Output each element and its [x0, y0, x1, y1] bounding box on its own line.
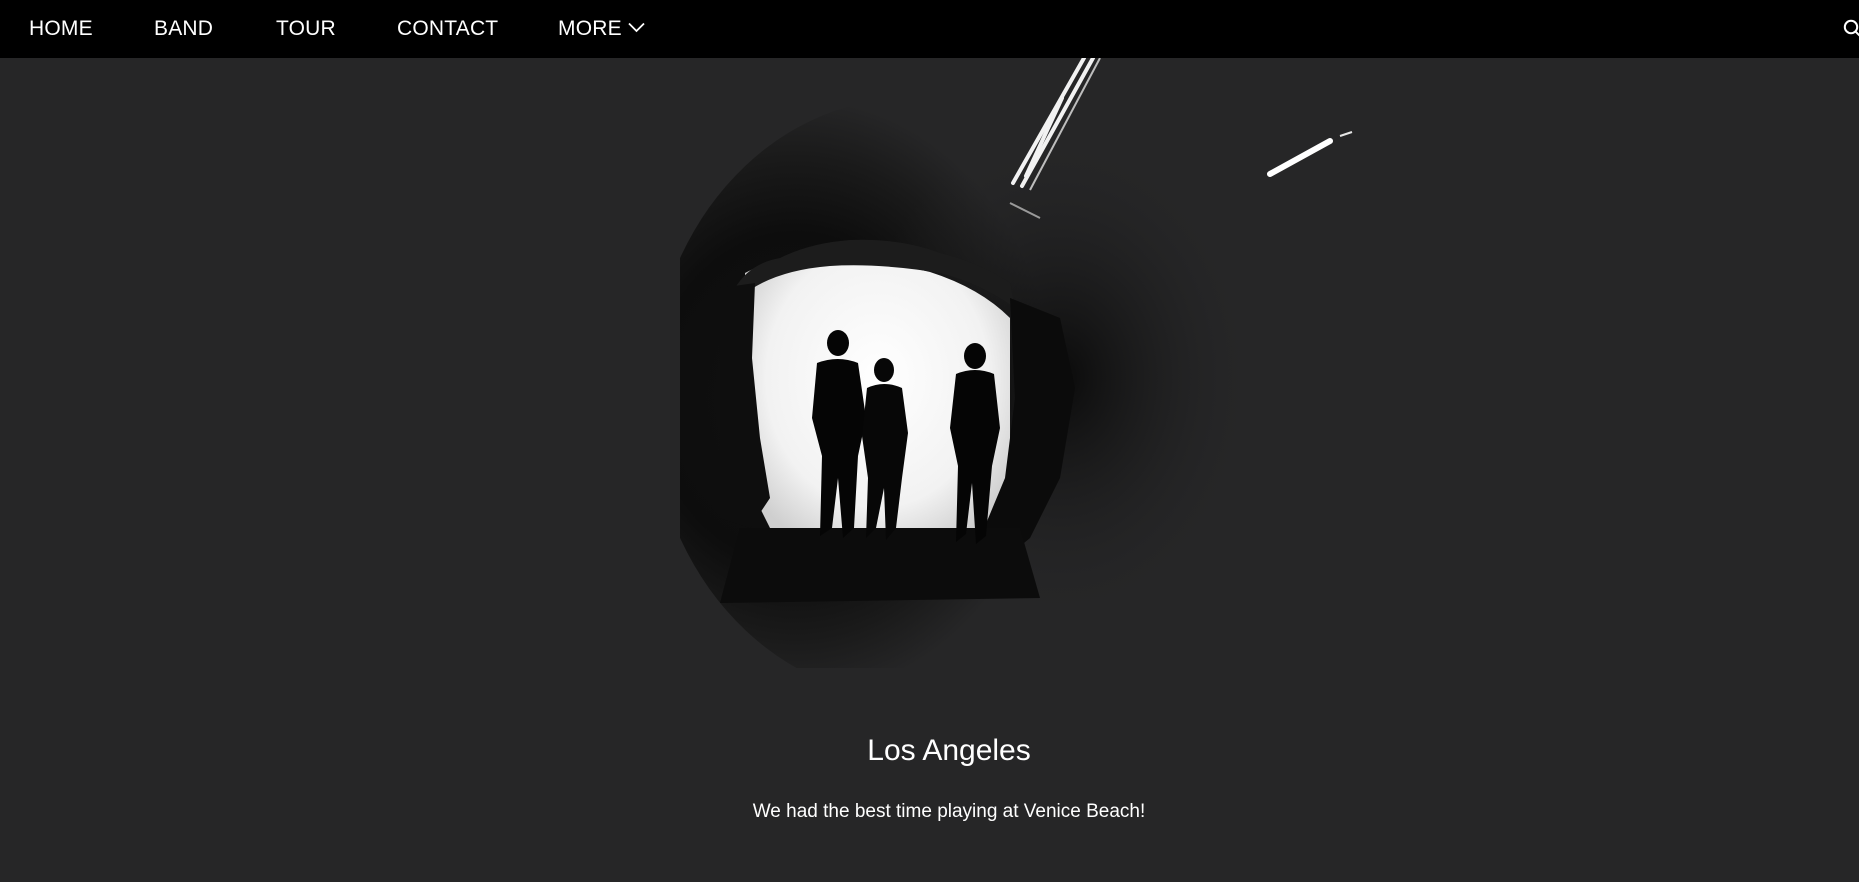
nav-contact[interactable]: CONTACT: [397, 0, 498, 58]
slide-title: Los Angeles: [867, 734, 1031, 767]
nav-tour[interactable]: TOUR: [276, 0, 336, 58]
nav-home[interactable]: HOME: [29, 0, 93, 58]
band-photo-image: [650, 56, 1440, 698]
search-icon: [1842, 19, 1859, 39]
nav-more-label: MORE: [558, 17, 622, 40]
top-navbar: HOME BAND TOUR CONTACT MORE: [0, 0, 1859, 58]
slide-caption: We had the best time playing at Venice B…: [752, 801, 1146, 822]
nav-band[interactable]: BAND: [154, 0, 213, 58]
chevron-down-icon: [628, 0, 645, 56]
search-button[interactable]: [1842, 19, 1859, 39]
slideshow-slide: Los Angeles We had the best time playing…: [0, 56, 1859, 882]
nav-more-dropdown[interactable]: MORE: [558, 0, 645, 58]
